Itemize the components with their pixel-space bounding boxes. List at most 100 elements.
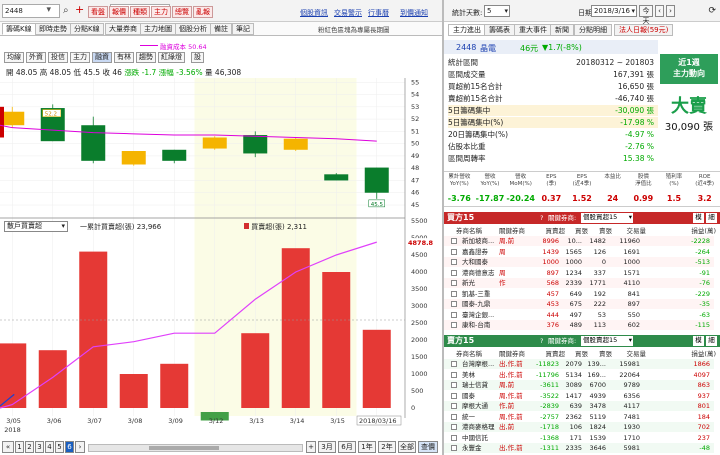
- toolbar-button-report[interactable]: 亂報: [193, 6, 213, 18]
- zoom-in-button[interactable]: +: [306, 441, 316, 453]
- subtab-traffic-light[interactable]: 紅綠燈: [158, 52, 185, 63]
- table-row[interactable]: 台灣摩根... 出,作,前 -11823 2079 139... 15981 1866: [444, 359, 714, 369]
- row-checkbox[interactable]: [451, 322, 457, 328]
- table-row[interactable]: 摩根大通 作,前 -2839 639 3478 4117 801: [444, 401, 714, 411]
- dropdown-icon[interactable]: ▾: [46, 5, 51, 15]
- table-row[interactable]: 康和-台南 376 489 113 602 -115: [444, 320, 714, 330]
- row-checkbox[interactable]: [451, 238, 457, 244]
- tab-big-broker[interactable]: 大量券商: [105, 23, 141, 35]
- table-row[interactable]: 統一 周,作,前 -2757 2362 5119 7481 184: [444, 411, 714, 422]
- row-checkbox[interactable]: [451, 392, 457, 399]
- subtab-trend[interactable]: 趨勢: [136, 52, 156, 63]
- toolbar-button-watch[interactable]: 看盤: [88, 6, 108, 18]
- subtab-margin[interactable]: 融資: [92, 52, 112, 63]
- subtab-trust[interactable]: 投信: [48, 52, 68, 63]
- table-header-cell[interactable]: 買賣超: [546, 348, 566, 358]
- row-checkbox[interactable]: [451, 280, 457, 286]
- pager-page-4[interactable]: 4: [45, 441, 54, 453]
- pager-page-6[interactable]: 6: [65, 441, 74, 453]
- next-day-button[interactable]: ›: [666, 5, 675, 17]
- range-6m[interactable]: 6月: [338, 441, 356, 453]
- buy-table[interactable]: 新加坡商... 周,前 8996 10... 1482 11960 -2228 嘉鑫證券周 14…: [444, 236, 720, 332]
- link-stock-info[interactable]: 個股資訊: [300, 8, 328, 18]
- row-checkbox[interactable]: [451, 445, 457, 451]
- toolbar-button-quote[interactable]: 報價: [109, 6, 129, 18]
- search-icon[interactable]: ⌕: [63, 5, 69, 16]
- horizontal-scrollbar[interactable]: [88, 444, 303, 452]
- refresh-icon[interactable]: ⟳: [708, 6, 716, 16]
- price-volume-chart[interactable]: 5655545352515049484746455500500045004000…: [0, 78, 442, 440]
- subtab-foreign[interactable]: 外資: [26, 52, 46, 63]
- row-checkbox[interactable]: [451, 371, 457, 378]
- toolbar-button-main[interactable]: 主力: [151, 6, 171, 18]
- table-row[interactable]: 嘉鑫證券 周 1439 1565 126 1691 -264: [444, 246, 714, 257]
- subtab-main[interactable]: 主力: [70, 52, 90, 63]
- table-row[interactable]: 臺灣企銀... 444 497 53 550 -63: [444, 309, 714, 320]
- calendar-dropdown-icon[interactable]: ▾: [631, 6, 635, 16]
- tab-branch-kline[interactable]: 分點K線: [70, 23, 104, 35]
- buy-mode-button[interactable]: 模: [693, 213, 704, 223]
- row-checkbox[interactable]: [451, 248, 457, 255]
- table-header-cell[interactable]: 賣張: [599, 348, 612, 358]
- table-header-cell[interactable]: 賣張: [599, 225, 612, 235]
- row-checkbox[interactable]: [451, 269, 457, 276]
- row-checkbox[interactable]: [451, 290, 457, 297]
- table-row[interactable]: 新加坡商... 周,前 8996 10... 1482 11960 -2228: [444, 236, 714, 246]
- range-all[interactable]: 全部: [398, 441, 416, 453]
- link-trade-alert[interactable]: 交易警示: [334, 8, 362, 18]
- table-header-cell[interactable]: 關鍵券商: [499, 225, 525, 235]
- sell-filter-select[interactable]: 個股賣超15 ▾: [581, 336, 633, 346]
- row-checkbox[interactable]: [451, 413, 457, 420]
- pager-page-5[interactable]: 5: [55, 441, 64, 453]
- rtab-institution-daily[interactable]: 法人日報(59元): [614, 24, 674, 36]
- rtab-news[interactable]: 新聞: [550, 24, 574, 36]
- tab-chip-kline[interactable]: 籌碼K線: [2, 23, 36, 35]
- range-1y[interactable]: 1年: [358, 441, 376, 453]
- sell-help-icon[interactable]: ?: [540, 335, 543, 347]
- toolbar-button-type[interactable]: 種類: [130, 6, 150, 18]
- table-header-cell[interactable]: 損益(萬): [691, 348, 716, 358]
- rtab-chip-table[interactable]: 籌碼表: [484, 24, 515, 36]
- row-checkbox[interactable]: [451, 301, 457, 307]
- table-header-cell[interactable]: 損益(萬): [691, 225, 716, 235]
- period-select[interactable]: 5 ▾: [484, 5, 510, 17]
- prev-day-button[interactable]: ‹: [655, 5, 664, 17]
- sell-mode-button[interactable]: 模: [693, 336, 704, 346]
- table-header-cell[interactable]: 買張: [575, 348, 588, 358]
- buy-filter-select[interactable]: 個股買超15 ▾: [581, 213, 633, 223]
- rtab-branch-detail[interactable]: 分點明細: [574, 24, 612, 36]
- row-checkbox[interactable]: [451, 259, 457, 265]
- row-checkbox[interactable]: [451, 403, 457, 409]
- buy-help-icon[interactable]: ?: [540, 212, 543, 224]
- pager-page-3[interactable]: 3: [35, 441, 44, 453]
- pager-page-1[interactable]: 1: [15, 441, 24, 453]
- row-checkbox[interactable]: [451, 382, 457, 388]
- tab-memo[interactable]: 筆記: [232, 23, 254, 35]
- row-checkbox[interactable]: [451, 311, 457, 318]
- table-header-cell[interactable]: 買張: [575, 225, 588, 235]
- volume-indicator-select[interactable]: 散戶買賣超 ▾: [4, 221, 68, 232]
- tab-stock-analysis[interactable]: 個股分析: [175, 23, 211, 35]
- table-row[interactable]: 永豐金 出,作,前 -1311 2335 3646 5981 -48: [444, 443, 714, 453]
- subtab-ma[interactable]: 均線: [4, 52, 24, 63]
- row-checkbox[interactable]: [451, 361, 457, 367]
- range-price-lookup[interactable]: 查價: [418, 441, 438, 453]
- table-row[interactable]: 中國信託 -1368 171 1539 1710 237: [444, 432, 714, 443]
- tab-notes[interactable]: 備註: [210, 23, 232, 35]
- add-icon[interactable]: +: [75, 3, 84, 16]
- table-row[interactable]: 港商麥格理 出,前 -1718 106 1824 1930 702: [444, 422, 714, 432]
- date-input[interactable]: 2018/3/16 ▾: [591, 5, 637, 17]
- link-price-alert[interactable]: 到價通知: [400, 8, 428, 18]
- sell-detail-button[interactable]: 細: [706, 336, 717, 346]
- table-header-cell[interactable]: 券商名稱: [456, 225, 482, 235]
- table-row[interactable]: 國泰-九鼎 453 675 222 897 -35: [444, 299, 714, 309]
- table-row[interactable]: 大和國泰 1000 1000 0 1000 -513: [444, 257, 714, 267]
- pager-page-2[interactable]: 2: [25, 441, 34, 453]
- table-header-cell[interactable]: 券商名稱: [456, 348, 482, 358]
- range-3m[interactable]: 3月: [318, 441, 336, 453]
- table-row[interactable]: 新光 作 568 2339 1771 4110 -76: [444, 278, 714, 288]
- range-2y[interactable]: 2年: [378, 441, 396, 453]
- today-button[interactable]: 今天: [639, 5, 653, 25]
- table-header-cell[interactable]: 交易量: [627, 225, 647, 235]
- table-row[interactable]: 港商德意志周 897 1234 337 1571 -91: [444, 267, 714, 278]
